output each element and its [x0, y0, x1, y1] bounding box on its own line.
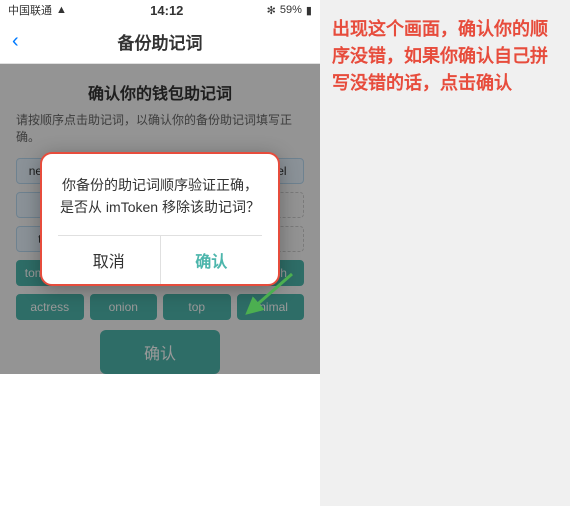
dialog-message: 你备份的助记词顺序验证正确，是否从 imToken 移除该助记词？: [58, 174, 262, 219]
wifi-icon: ▲: [56, 4, 67, 16]
status-right: ✻ 59% ▮: [267, 4, 312, 17]
battery-icon: ▮: [306, 4, 312, 17]
annotation-panel: 出现这个画面，确认你的顺序没错，如果你确认自己拼写没错的话，点击确认: [320, 0, 570, 506]
bluetooth-icon: ✻: [267, 4, 276, 17]
dialog-cancel-button[interactable]: 取消: [58, 236, 161, 284]
dialog-overlay: 你备份的助记词顺序验证正确，是否从 imToken 移除该助记词？ 取消 确认: [0, 64, 320, 374]
nav-title: 备份助记词: [118, 29, 203, 54]
dialog-box: 你备份的助记词顺序验证正确，是否从 imToken 移除该助记词？ 取消 确认: [40, 152, 280, 286]
status-bar: 中国联通 ▲ 14:12 ✻ 59% ▮: [0, 0, 320, 20]
carrier-text: 中国联通: [8, 2, 52, 18]
time-display: 14:12: [150, 3, 183, 18]
status-left: 中国联通 ▲: [8, 2, 67, 18]
green-arrow-icon: [242, 269, 302, 319]
nav-bar: ‹ 备份助记词: [0, 20, 320, 64]
main-content: 确认你的钱包助记词 请按顺序点击助记词，以确认你的备份助记词填写正确。 neph…: [0, 64, 320, 374]
phone-frame: 中国联通 ▲ 14:12 ✻ 59% ▮ ‹ 备份助记词 确认你的钱包助记词 请…: [0, 0, 320, 506]
annotation-text: 出现这个画面，确认你的顺序没错，如果你确认自己拼写没错的话，点击确认: [332, 16, 558, 97]
battery-text: 59%: [280, 4, 302, 16]
back-button[interactable]: ‹: [12, 30, 19, 53]
dialog-actions: 取消 确认: [58, 235, 262, 284]
